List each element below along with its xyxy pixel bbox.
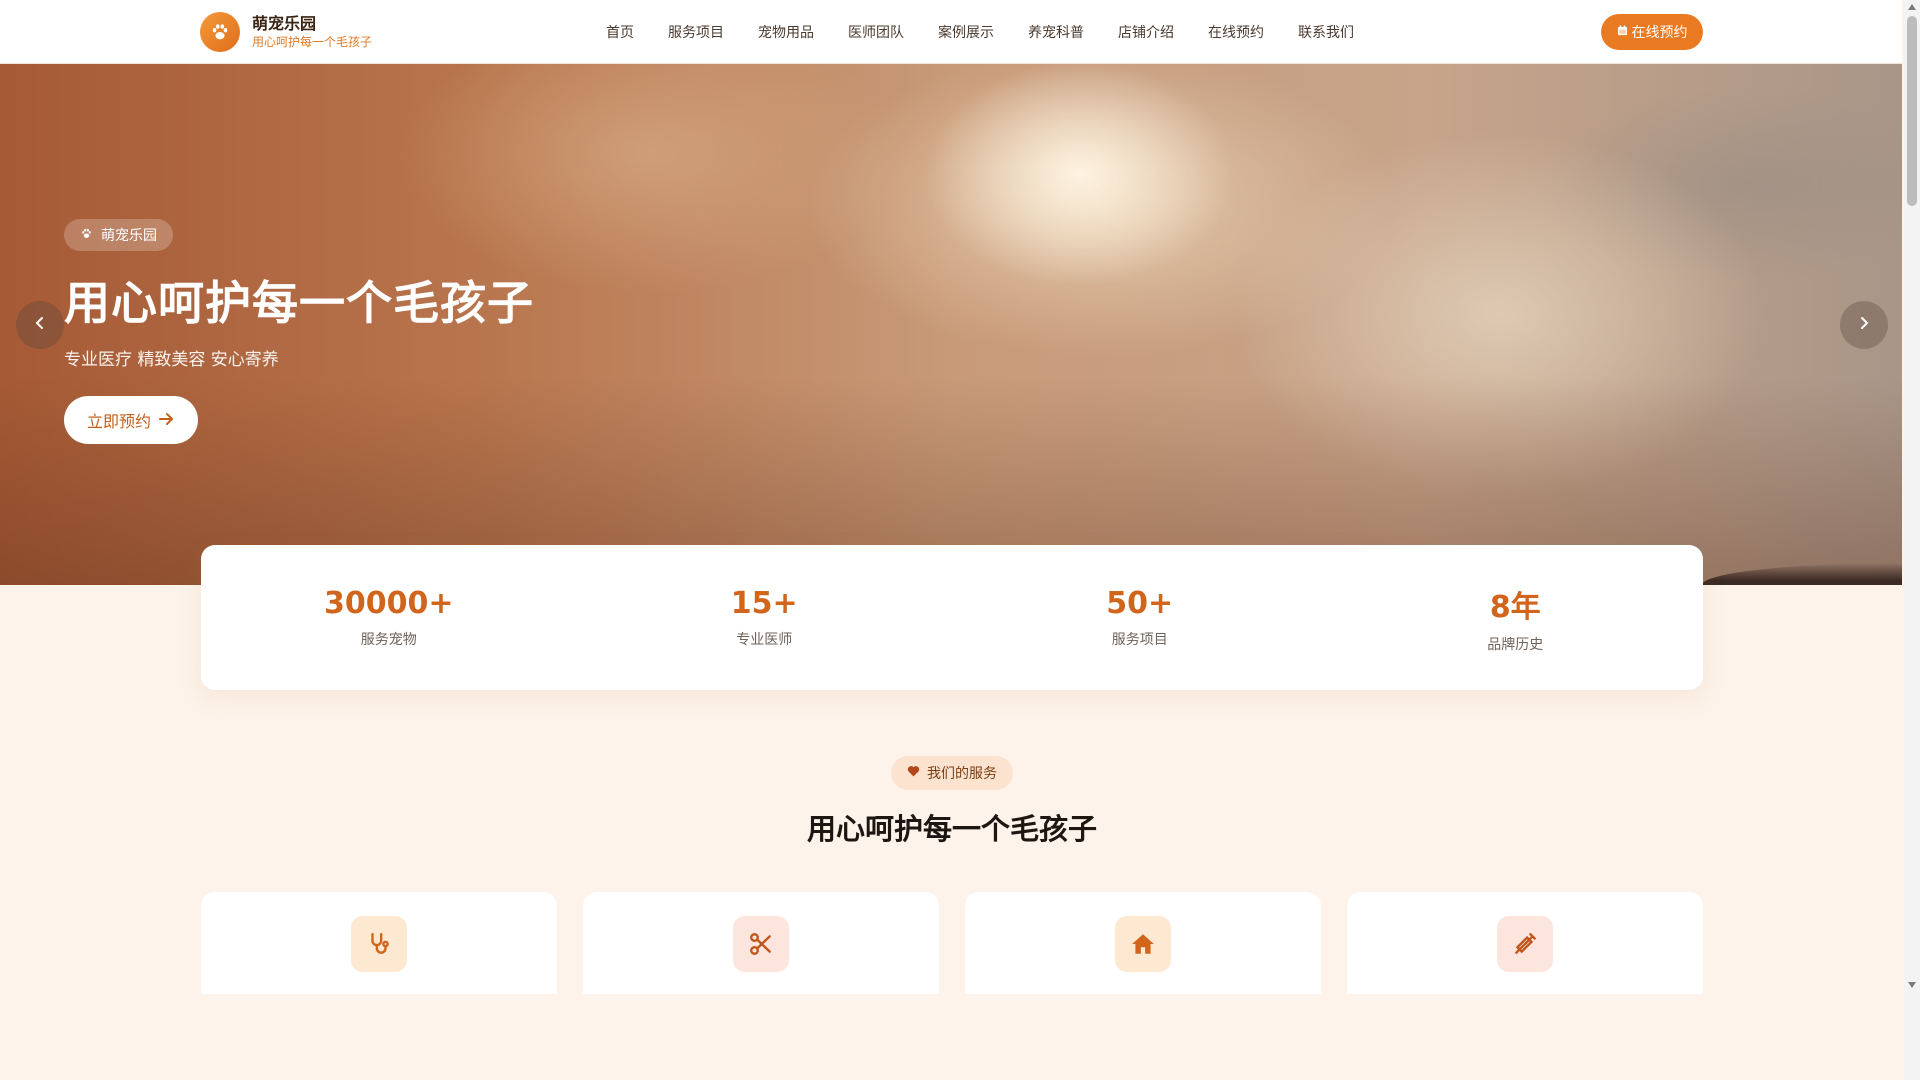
- logo-slogan: 用心呵护每一个毛孩子: [252, 34, 373, 49]
- arrow-right-icon: [159, 411, 175, 430]
- nav-item-services[interactable]: 服务项目: [651, 22, 741, 42]
- stat-label: 服务项目: [1111, 632, 1168, 648]
- stat-history: 8年 品牌历史: [1328, 545, 1704, 690]
- scroll-down-icon[interactable]: [1908, 982, 1916, 988]
- hero-title: 用心呵护每一个毛孩子: [64, 276, 534, 330]
- chevron-right-icon: [1858, 315, 1870, 335]
- site-header: 萌宠乐园 用心呵护每一个毛孩子 首页 服务项目 宠物用品 医师团队 案例展示 养…: [0, 0, 1902, 64]
- stat-value: 15+: [730, 586, 798, 621]
- hero-horizon: [1702, 563, 1902, 585]
- stat-pets: 30000+ 服务宠物: [201, 545, 577, 690]
- stat-label: 服务宠物: [360, 632, 417, 648]
- service-card-grooming[interactable]: [583, 892, 939, 994]
- service-card-boarding[interactable]: [965, 892, 1321, 994]
- chevron-left-icon: [34, 315, 46, 335]
- header-booking-button[interactable]: 在线预约: [1601, 14, 1703, 50]
- nav-item-supplies[interactable]: 宠物用品: [741, 22, 831, 42]
- services-tag-label: 我们的服务: [927, 766, 997, 782]
- service-card-vaccine[interactable]: [1347, 892, 1703, 994]
- hero-booking-button[interactable]: 立即预约: [64, 396, 198, 444]
- nav-item-doctors[interactable]: 医师团队: [831, 22, 921, 42]
- stat-value: 30000+: [323, 586, 454, 621]
- carousel-prev-button[interactable]: [16, 301, 64, 349]
- hero-tag: 萌宠乐园: [64, 219, 173, 251]
- paw-icon: [200, 12, 240, 52]
- heart-icon: [907, 765, 920, 781]
- nav-item-home[interactable]: 首页: [590, 22, 651, 42]
- paw-icon: [80, 227, 93, 244]
- nav-item-contact[interactable]: 联系我们: [1281, 22, 1371, 42]
- hero-tag-label: 萌宠乐园: [101, 228, 157, 244]
- carousel-next-button[interactable]: [1840, 301, 1888, 349]
- hero-subtitle: 专业医疗 精致美容 安心寄养: [64, 350, 279, 370]
- calendar-icon: [1617, 24, 1628, 40]
- header-booking-label: 在线预约: [1631, 25, 1688, 41]
- hero-content: 萌宠乐园 用心呵护每一个毛孩子 专业医疗 精致美容 安心寄养 立即预约: [64, 219, 534, 444]
- house-icon: [1115, 916, 1171, 972]
- scissors-icon: [733, 916, 789, 972]
- scroll-thumb[interactable]: [1907, 16, 1917, 206]
- service-cards: [201, 892, 1703, 994]
- stat-value: 50+: [1106, 586, 1174, 621]
- service-card-medical[interactable]: [201, 892, 557, 994]
- scroll-up-icon[interactable]: [1908, 4, 1916, 10]
- logo[interactable]: 萌宠乐园 用心呵护每一个毛孩子: [200, 12, 372, 52]
- stat-services: 50+ 服务项目: [952, 545, 1328, 690]
- page-scrollbar[interactable]: [1904, 0, 1920, 1080]
- stat-label: 专业医师: [736, 632, 793, 648]
- stat-value: 8年: [1489, 589, 1541, 625]
- page-background: [0, 994, 1904, 1080]
- nav-item-cases[interactable]: 案例展示: [921, 22, 1011, 42]
- hero-booking-label: 立即预约: [86, 412, 151, 431]
- stethoscope-icon: [351, 916, 407, 972]
- hero-banner: 萌宠乐园 用心呵护每一个毛孩子 专业医疗 精致美容 安心寄养 立即预约: [0, 64, 1902, 585]
- main-nav: 首页 服务项目 宠物用品 医师团队 案例展示 养宠科普 店铺介绍 在线预约 联系…: [590, 0, 1371, 64]
- services-tag: 我们的服务: [891, 756, 1013, 790]
- services-title: 用心呵护每一个毛孩子: [806, 812, 1097, 846]
- syringe-icon: [1497, 916, 1553, 972]
- stat-label: 品牌历史: [1487, 636, 1544, 653]
- nav-item-store[interactable]: 店铺介绍: [1101, 22, 1191, 42]
- nav-item-booking[interactable]: 在线预约: [1191, 22, 1281, 42]
- logo-name: 萌宠乐园: [252, 14, 317, 34]
- stats-panel: 30000+ 服务宠物 15+ 专业医师 50+ 服务项目 8年 品牌历史: [201, 545, 1703, 690]
- nav-item-knowledge[interactable]: 养宠科普: [1011, 22, 1101, 42]
- stat-doctors: 15+ 专业医师: [577, 545, 953, 690]
